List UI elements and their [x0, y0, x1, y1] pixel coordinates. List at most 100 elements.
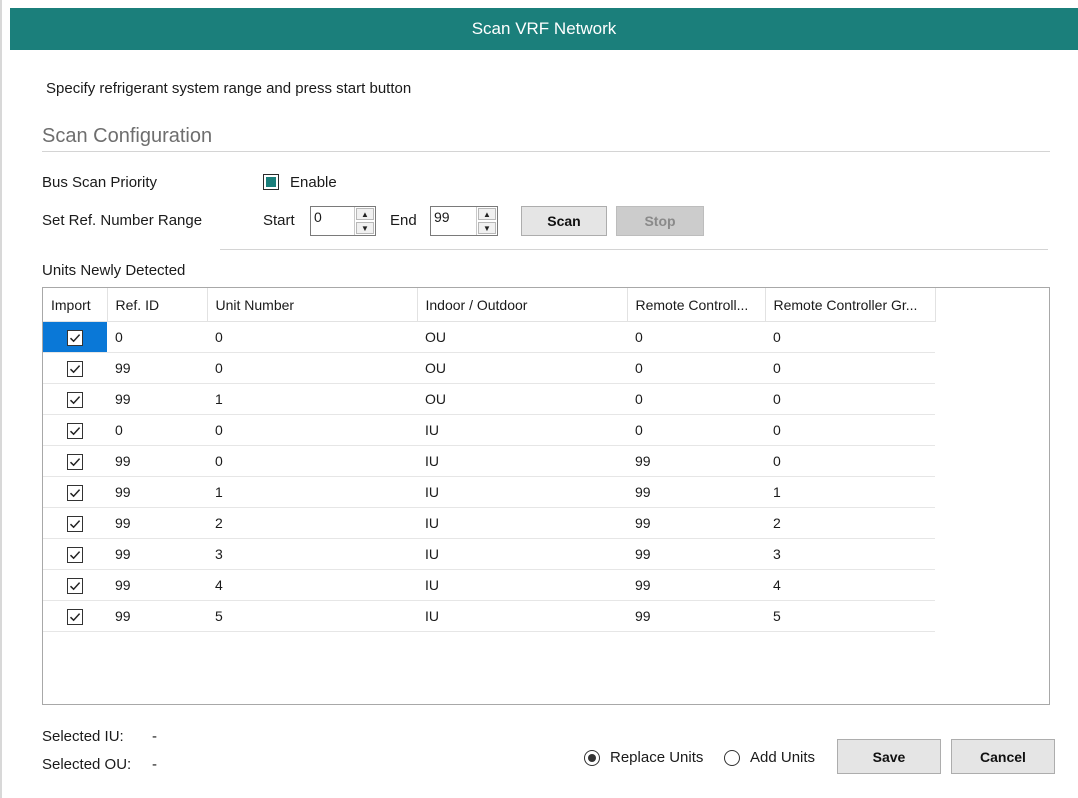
cell-import[interactable]: [43, 600, 107, 632]
cell-indoor-outdoor[interactable]: IU: [417, 507, 627, 539]
cell-ref-id[interactable]: 99: [107, 507, 207, 539]
table-row[interactable]: 99 0 OU 0 0: [43, 352, 935, 384]
cell-remote-controller-group[interactable]: 4: [765, 569, 935, 601]
cell-unit-number[interactable]: 0: [207, 414, 417, 446]
cell-remote-controller[interactable]: 0: [627, 321, 765, 353]
end-decrement-button[interactable]: ▼: [478, 222, 496, 234]
column-header-unit-number[interactable]: Unit Number: [207, 288, 418, 322]
cell-unit-number[interactable]: 0: [207, 445, 417, 477]
cell-ref-id[interactable]: 99: [107, 352, 207, 384]
import-checkbox[interactable]: [67, 577, 83, 594]
cancel-button[interactable]: Cancel: [951, 739, 1055, 774]
replace-units-label[interactable]: Replace Units: [610, 749, 703, 766]
cell-import[interactable]: [43, 414, 107, 446]
cell-ref-id[interactable]: 99: [107, 569, 207, 601]
import-checkbox[interactable]: [67, 546, 83, 563]
cell-unit-number[interactable]: 0: [207, 352, 417, 384]
cell-indoor-outdoor[interactable]: IU: [417, 569, 627, 601]
add-units-label[interactable]: Add Units: [750, 749, 815, 766]
cell-indoor-outdoor[interactable]: OU: [417, 383, 627, 415]
replace-units-radio[interactable]: [584, 750, 600, 766]
column-header-remote-controller[interactable]: Remote Controll...: [627, 288, 766, 322]
table-row[interactable]: 99 5 IU 99 5: [43, 600, 935, 632]
cell-remote-controller[interactable]: 99: [627, 569, 765, 601]
table-row[interactable]: 99 2 IU 99 2: [43, 507, 935, 539]
cell-remote-controller-group[interactable]: 1: [765, 476, 935, 508]
column-header-import[interactable]: Import: [43, 288, 108, 322]
table-row[interactable]: 99 1 OU 0 0: [43, 383, 935, 415]
start-increment-button[interactable]: ▲: [356, 208, 374, 220]
cell-remote-controller[interactable]: 99: [627, 476, 765, 508]
cell-import[interactable]: [43, 383, 107, 415]
cell-indoor-outdoor[interactable]: IU: [417, 600, 627, 632]
cell-remote-controller[interactable]: 99: [627, 600, 765, 632]
cell-remote-controller-group[interactable]: 0: [765, 352, 935, 384]
table-row[interactable]: 99 4 IU 99 4: [43, 569, 935, 601]
enable-label[interactable]: Enable: [290, 174, 337, 191]
import-checkbox[interactable]: [67, 329, 83, 346]
cell-remote-controller[interactable]: 99: [627, 538, 765, 570]
cell-remote-controller[interactable]: 0: [627, 352, 765, 384]
table-row[interactable]: 99 3 IU 99 3: [43, 538, 935, 570]
cell-import[interactable]: [43, 476, 107, 508]
table-row[interactable]: 99 1 IU 99 1: [43, 476, 935, 508]
column-header-indoor-outdoor[interactable]: Indoor / Outdoor: [417, 288, 628, 322]
import-checkbox[interactable]: [67, 453, 83, 470]
cell-unit-number[interactable]: 1: [207, 476, 417, 508]
cell-unit-number[interactable]: 0: [207, 321, 417, 353]
table-row[interactable]: 99 0 IU 99 0: [43, 445, 935, 477]
cell-remote-controller[interactable]: 99: [627, 507, 765, 539]
cell-import[interactable]: [43, 321, 107, 353]
cell-import[interactable]: [43, 569, 107, 601]
cell-remote-controller-group[interactable]: 2: [765, 507, 935, 539]
cell-indoor-outdoor[interactable]: IU: [417, 538, 627, 570]
cell-ref-id[interactable]: 99: [107, 600, 207, 632]
cell-import[interactable]: [43, 538, 107, 570]
cell-unit-number[interactable]: 1: [207, 383, 417, 415]
column-header-remote-controller-group[interactable]: Remote Controller Gr...: [765, 288, 936, 322]
cell-remote-controller-group[interactable]: 0: [765, 321, 935, 353]
cell-unit-number[interactable]: 2: [207, 507, 417, 539]
cell-indoor-outdoor[interactable]: IU: [417, 414, 627, 446]
cell-remote-controller[interactable]: 0: [627, 383, 765, 415]
enable-checkbox[interactable]: [263, 174, 279, 190]
cell-ref-id[interactable]: 0: [107, 414, 207, 446]
cell-unit-number[interactable]: 3: [207, 538, 417, 570]
cell-ref-id[interactable]: 99: [107, 383, 207, 415]
import-checkbox[interactable]: [67, 608, 83, 625]
table-row[interactable]: 0 0 OU 0 0: [43, 321, 935, 353]
save-button[interactable]: Save: [837, 739, 941, 774]
cell-remote-controller-group[interactable]: 3: [765, 538, 935, 570]
import-checkbox[interactable]: [67, 391, 83, 408]
import-checkbox[interactable]: [67, 484, 83, 501]
cell-ref-id[interactable]: 99: [107, 445, 207, 477]
units-grid[interactable]: Import Ref. ID Unit Number Indoor / Outd…: [42, 287, 1050, 705]
cell-ref-id[interactable]: 99: [107, 538, 207, 570]
cell-unit-number[interactable]: 5: [207, 600, 417, 632]
cell-ref-id[interactable]: 99: [107, 476, 207, 508]
column-header-ref-id[interactable]: Ref. ID: [107, 288, 208, 322]
cell-remote-controller-group[interactable]: 0: [765, 414, 935, 446]
scan-button[interactable]: Scan: [521, 206, 607, 236]
add-units-radio[interactable]: [724, 750, 740, 766]
end-number-stepper[interactable]: 99 ▲ ▼: [430, 206, 498, 236]
cell-import[interactable]: [43, 445, 107, 477]
cell-import[interactable]: [43, 352, 107, 384]
cell-indoor-outdoor[interactable]: OU: [417, 321, 627, 353]
start-number-stepper[interactable]: 0 ▲ ▼: [310, 206, 376, 236]
import-checkbox[interactable]: [67, 422, 83, 439]
table-row[interactable]: 0 0 IU 0 0: [43, 414, 935, 446]
cell-ref-id[interactable]: 0: [107, 321, 207, 353]
end-value[interactable]: 99: [431, 207, 476, 235]
cell-remote-controller[interactable]: 99: [627, 445, 765, 477]
cell-remote-controller[interactable]: 0: [627, 414, 765, 446]
cell-indoor-outdoor[interactable]: OU: [417, 352, 627, 384]
cell-remote-controller-group[interactable]: 5: [765, 600, 935, 632]
import-checkbox[interactable]: [67, 360, 83, 377]
import-checkbox[interactable]: [67, 515, 83, 532]
cell-indoor-outdoor[interactable]: IU: [417, 476, 627, 508]
start-decrement-button[interactable]: ▼: [356, 222, 374, 234]
start-value[interactable]: 0: [311, 207, 354, 235]
cell-unit-number[interactable]: 4: [207, 569, 417, 601]
end-increment-button[interactable]: ▲: [478, 208, 496, 220]
